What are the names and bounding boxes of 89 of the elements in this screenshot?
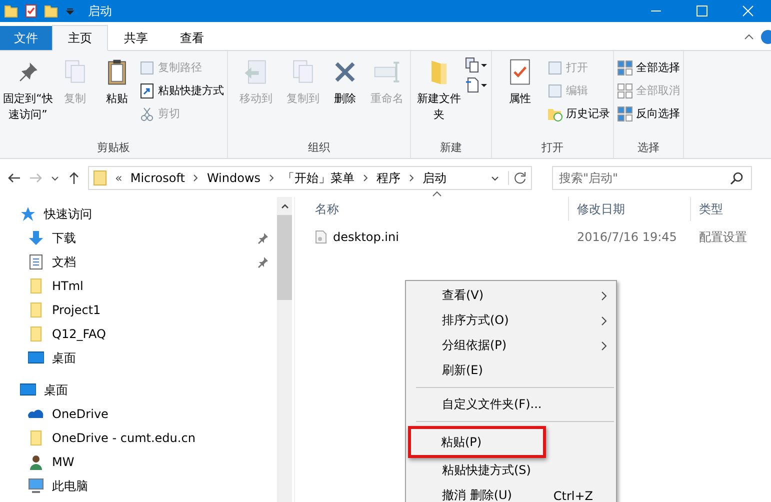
nav-item[interactable]: 桌面 <box>0 346 277 370</box>
chevron-right-icon[interactable] <box>192 174 199 182</box>
chevron-right-icon[interactable] <box>362 174 369 182</box>
invert-selection-icon <box>617 106 633 122</box>
document-icon <box>28 254 44 270</box>
table-cell-text: 2016/7/16 19:45 <box>576 230 678 244</box>
menu-item[interactable]: 自定义文件夹(F)... <box>406 392 616 417</box>
ribbon-button[interactable]: 全部选择 <box>616 57 681 78</box>
group-label: 剪贴板 <box>96 140 131 156</box>
search-icon <box>730 171 744 185</box>
select-all-icon <box>617 60 633 76</box>
menu-item[interactable]: 分组依据(P) <box>406 333 616 358</box>
nav-item[interactable]: 此电脑 <box>0 474 277 498</box>
folder-icon <box>93 170 107 186</box>
file-tab[interactable]: 文件 <box>0 26 52 50</box>
group-label: 新建 <box>439 140 463 156</box>
nav-item[interactable]: 快速访问 <box>0 202 277 226</box>
ribbon-button[interactable]: 属性 <box>494 57 546 140</box>
group-label: 打开 <box>540 140 564 156</box>
column-header[interactable]: 类型 <box>691 197 771 221</box>
nav-item[interactable]: MW <box>0 450 277 474</box>
nav-item[interactable]: OneDrive - cumt.edu.cn <box>0 426 277 450</box>
scroll-up-icon[interactable] <box>280 202 290 210</box>
file-name[interactable]: desktop.ini <box>333 230 399 244</box>
ribbon-tab[interactable]: 共享 <box>108 25 164 51</box>
scrollbar-thumb[interactable] <box>277 215 292 300</box>
breadcrumb-item[interactable]: Windows <box>206 171 261 185</box>
ribbon-button[interactable]: 固定到“快速访问” <box>2 57 54 140</box>
folder-icon[interactable] <box>44 4 58 18</box>
scrollbar[interactable] <box>277 197 292 502</box>
column-header[interactable]: 名称 <box>307 197 569 221</box>
chevron-right-icon[interactable] <box>268 174 275 182</box>
person-icon <box>28 454 44 470</box>
desktop-icon <box>28 350 44 366</box>
window-title: 启动 <box>88 2 112 20</box>
folder-icon <box>28 278 44 294</box>
monitor-icon <box>28 478 44 494</box>
column-header[interactable]: 修改日期 <box>569 197 691 221</box>
star-icon <box>20 206 36 222</box>
breadcrumb-item[interactable]: Microsoft <box>130 171 185 185</box>
ribbon-button[interactable]: 新建文件夹 <box>413 57 465 140</box>
checkbox-icon[interactable] <box>24 4 38 18</box>
menu-item[interactable]: 刷新(E) <box>406 358 616 383</box>
nav-item[interactable]: 桌面 <box>0 378 277 402</box>
address-bar[interactable]: « Microsoft Windows 「开始」菜单 程序 启动 <box>88 166 532 190</box>
ribbon-button[interactable]: 粘贴快捷方式 <box>138 80 225 101</box>
search-field[interactable]: 搜索"启动" <box>552 166 752 190</box>
chevron-right-icon[interactable] <box>408 174 415 182</box>
nav-item[interactable]: 下载 <box>0 226 277 250</box>
shortcut-label: Ctrl+Z <box>553 488 593 502</box>
folder-icon <box>28 302 44 318</box>
table-cell-text: 配置设置 <box>698 228 748 246</box>
nav-item[interactable]: Q12_FAQ <box>0 322 277 346</box>
select-none-icon <box>617 82 633 98</box>
ribbon-tab[interactable]: 查看 <box>164 25 220 51</box>
group-label: 选择 <box>636 140 660 156</box>
folder-icon[interactable] <box>4 4 18 18</box>
menu-item[interactable]: 查看(V) <box>406 283 616 308</box>
down-arrow-icon <box>28 230 44 246</box>
folder-icon <box>28 326 44 342</box>
ribbon-button[interactable]: 历史记录 <box>546 103 611 124</box>
ribbon-button[interactable]: 反向选择 <box>616 103 681 124</box>
shortcut-icon <box>139 82 155 98</box>
nav-item[interactable]: 文档 <box>0 250 277 274</box>
ribbon-button[interactable]: 删除 <box>324 57 366 140</box>
nav-item[interactable]: Project1 <box>0 298 277 322</box>
breadcrumb-item[interactable]: 启动 <box>422 170 447 186</box>
folder-icon <box>28 430 44 446</box>
nav-item[interactable]: HTml <box>0 274 277 298</box>
settings-file-icon <box>315 230 327 244</box>
group-label: 组织 <box>307 140 331 156</box>
ribbon-button[interactable]: 粘贴 <box>96 57 138 140</box>
new-item-icon[interactable] <box>465 57 489 73</box>
menu-item[interactable]: 粘贴(P) <box>408 426 546 458</box>
dropdown-icon[interactable] <box>64 6 76 16</box>
breadcrumb-item[interactable]: 程序 <box>376 170 401 186</box>
desktop-icon <box>20 382 36 398</box>
easy-access-icon[interactable] <box>465 77 489 93</box>
sort-caret-icon[interactable] <box>432 191 442 197</box>
breadcrumb-item[interactable]: 「开始」菜单 <box>282 170 355 186</box>
overflow-chevrons[interactable]: « <box>115 171 122 185</box>
menu-item[interactable]: 撤消 删除(U) Ctrl+Z <box>406 483 616 502</box>
menu-item[interactable]: 粘贴快捷方式(S) <box>406 458 616 483</box>
pin-icon[interactable] <box>257 232 269 244</box>
pin-icon[interactable] <box>257 256 269 268</box>
nav-item[interactable]: OneDrive <box>0 402 277 426</box>
menu-item[interactable]: 排序方式(O) <box>406 308 616 333</box>
scissors-icon <box>139 106 155 122</box>
ribbon-tab[interactable]: 主页 <box>52 25 108 51</box>
